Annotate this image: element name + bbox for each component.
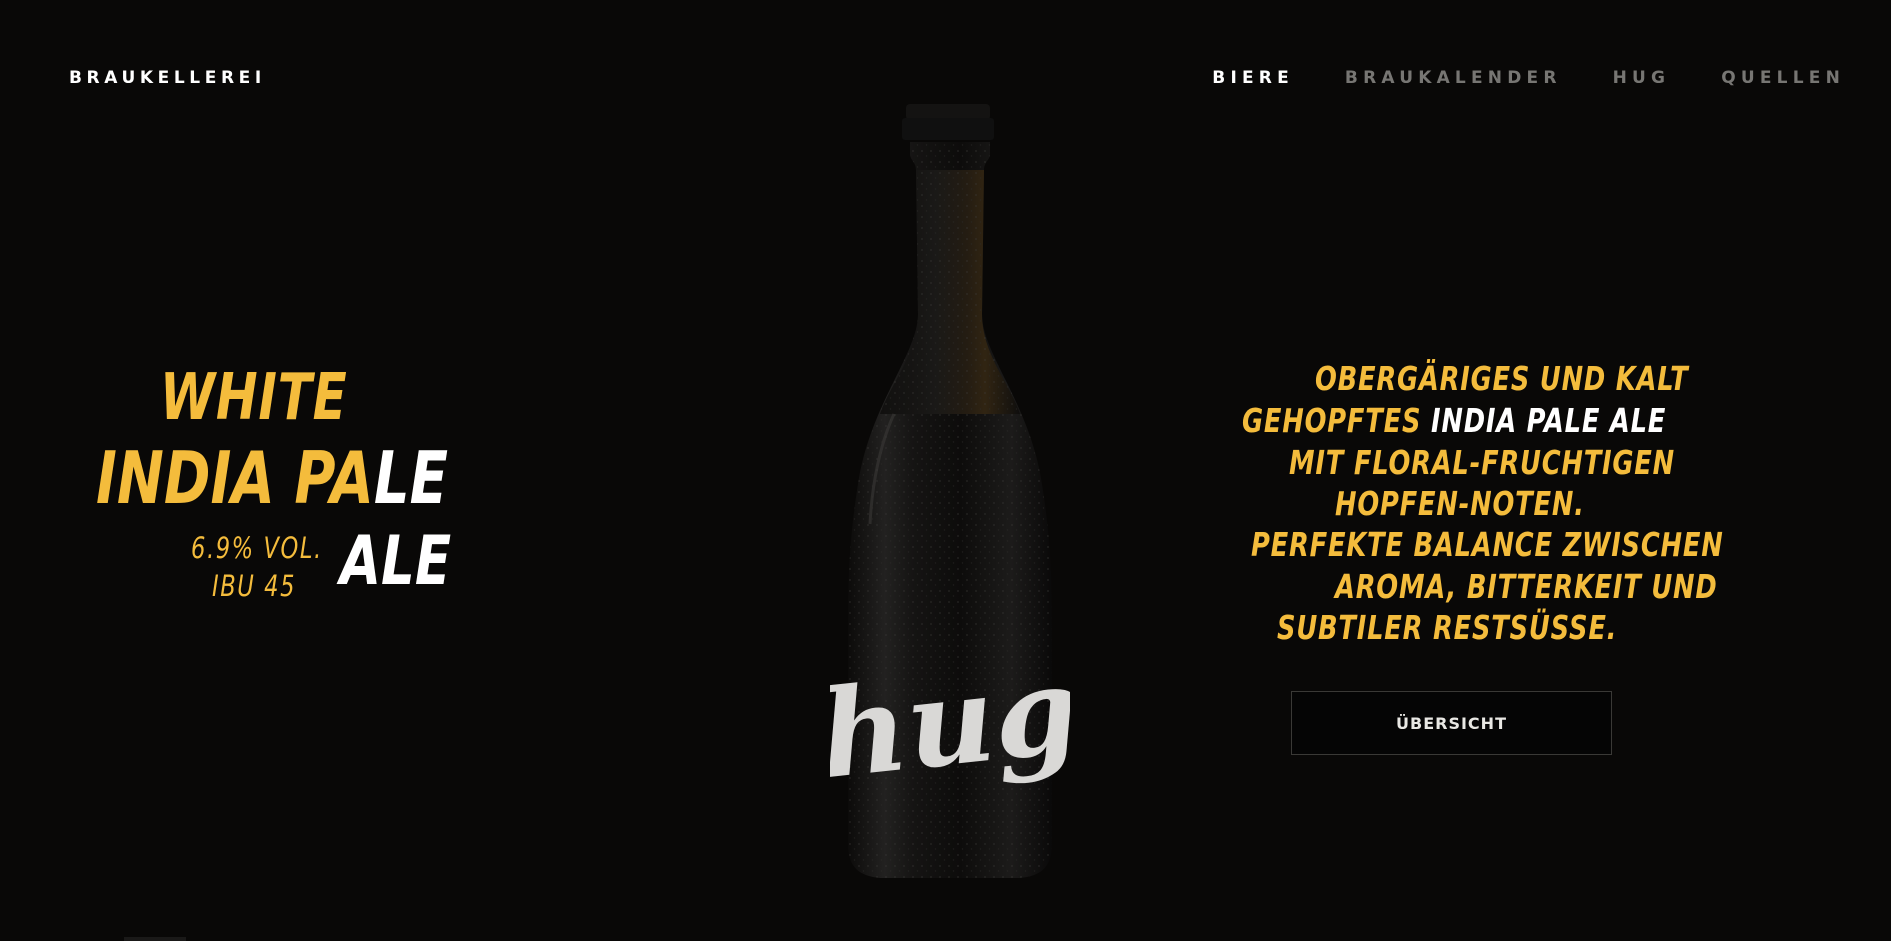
description-line5: PERFEKTE BALANCE ZWISCHEN [1251, 525, 1724, 564]
nav-item-biere[interactable]: BIERE [1212, 68, 1294, 88]
scroll-indicator [124, 937, 186, 941]
overview-button[interactable]: ÜBERSICHT [1291, 691, 1612, 755]
beer-bottle-image: hug [830, 104, 1070, 878]
beer-abv: 6.9% VOL. [191, 531, 323, 565]
page: BRAUKELLEREI BIERE BRAUKALENDER HUG QUEL… [0, 0, 1891, 941]
beer-name-le: LE [373, 436, 449, 520]
beer-name-line2: INDIA PALE [96, 442, 448, 514]
beer-ibu: IBU 45 [212, 569, 297, 603]
description-line7: SUBTILER RESTSÜSSE. [1277, 608, 1618, 647]
description-line2: GEHOPFTES INDIA PALE ALE [1242, 404, 1666, 437]
description-line1: OBERGÄRIGES UND KALT [1315, 359, 1689, 398]
beer-name-india: INDIA [96, 436, 295, 520]
description-line6: AROMA, BITTERKEIT UND [1335, 567, 1718, 606]
description-line2-a: GEHOPFTES [1242, 401, 1432, 440]
beer-name-line3: ALE [340, 522, 452, 601]
description-line4: HOPFEN-NOTEN. [1335, 484, 1585, 523]
description-line3: MIT FLORAL-FRUCHTIGEN [1289, 443, 1675, 482]
description-line2-b: INDIA PALE ALE [1431, 401, 1667, 440]
beer-name-line1: WHITE [160, 361, 348, 435]
bottle-label-hug: hug [830, 639, 1070, 806]
nav-item-hug[interactable]: HUG [1613, 68, 1671, 88]
nav-item-braukalender[interactable]: BRAUKALENDER [1345, 68, 1562, 88]
main-nav: BIERE BRAUKALENDER HUG QUELLEN [1212, 68, 1845, 88]
nav-item-quellen[interactable]: QUELLEN [1721, 68, 1845, 88]
beer-name-pa: PA [294, 436, 374, 520]
brand-logo[interactable]: BRAUKELLEREI [69, 68, 266, 88]
